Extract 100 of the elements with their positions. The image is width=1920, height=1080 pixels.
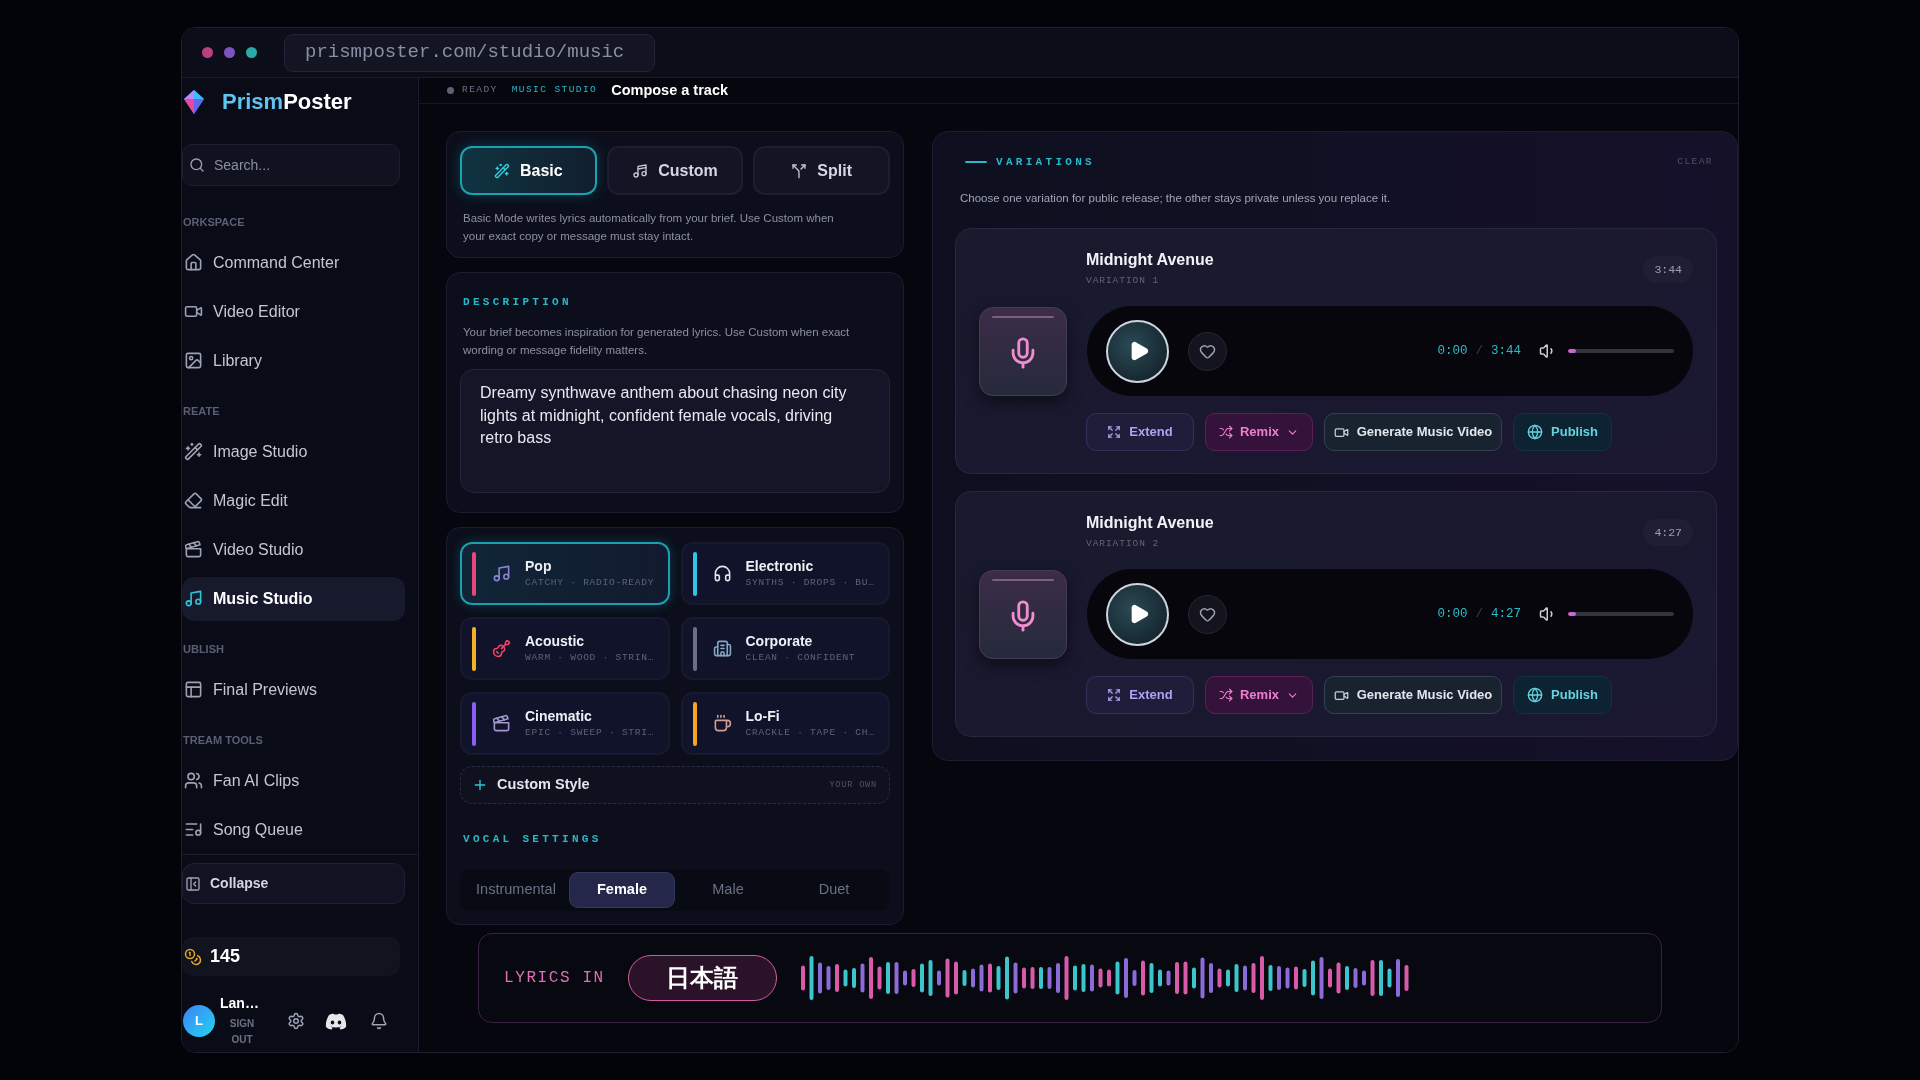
nav-item[interactable]: Library — [182, 338, 405, 383]
credit-count: 145 — [210, 945, 241, 968]
style-name: Pop — [525, 558, 553, 575]
music-note-icon — [492, 564, 511, 583]
heart-icon — [1199, 605, 1216, 623]
search-icon — [189, 157, 205, 173]
remix-button[interactable]: Remix — [1205, 413, 1313, 451]
heart-icon — [1199, 342, 1216, 360]
settings-icon[interactable] — [287, 1012, 305, 1030]
remix-button[interactable]: Remix — [1205, 676, 1313, 714]
track-title: Midnight Avenue — [1086, 513, 1214, 533]
style-tags: CLEAN · CONFIDENT — [745, 652, 856, 664]
split-arrows-icon — [791, 162, 808, 179]
sign-out-link[interactable]: SIGN OUT — [222, 1016, 262, 1048]
house-icon — [184, 253, 203, 272]
section-label: ORKSPACE — [182, 215, 246, 230]
playback-time: 0:00 / 3:44 — [1437, 342, 1521, 360]
mode-tab[interactable]: Custom — [606, 146, 744, 195]
users-icon — [184, 771, 203, 790]
window-control-icon[interactable] — [246, 47, 257, 58]
music-list-icon — [184, 820, 203, 839]
window-control-icon[interactable] — [224, 47, 235, 58]
nav-item[interactable]: Command Center — [182, 240, 405, 285]
variations-title: VARIATIONS — [996, 154, 1095, 170]
style-tile[interactable]: Acoustic WARM · WOOD · STRIN… — [460, 617, 670, 680]
layout-icon — [184, 680, 203, 699]
guitar-icon — [492, 639, 511, 658]
extend-button[interactable]: Extend — [1086, 676, 1194, 714]
like-button[interactable] — [1188, 594, 1227, 634]
breadcrumb-section[interactable]: MUSIC STUDIO — [511, 83, 598, 98]
eraser-icon — [184, 491, 203, 510]
vocal-option[interactable]: Female — [569, 872, 675, 908]
gamepad-icon[interactable] — [325, 1012, 347, 1030]
expand-arrows-icon — [1107, 425, 1122, 439]
url-field[interactable]: prismposter.com/studio/music — [284, 33, 655, 72]
language-pill[interactable]: 日本語 — [627, 955, 777, 1001]
style-tile[interactable]: Cinematic EPIC · SWEEP · STRI… — [460, 692, 670, 755]
bell-icon[interactable] — [370, 1012, 388, 1030]
panel-collapse-icon — [185, 875, 201, 892]
collapse-button[interactable]: Collapse — [182, 863, 405, 904]
publish-button[interactable]: Publish — [1513, 413, 1612, 451]
style-name: Corporate — [745, 633, 814, 650]
style-tags: CRACKLE · TAPE · CH… — [745, 727, 875, 739]
style-name: Cinematic — [525, 708, 593, 725]
vocal-settings-title: VOCAL SETTINGS — [462, 832, 603, 846]
page-title: Compose a track — [611, 80, 728, 100]
extend-button[interactable]: Extend — [1086, 413, 1194, 451]
like-button[interactable] — [1188, 331, 1227, 371]
gem-logo-icon — [184, 90, 204, 114]
user-name: Lan… — [220, 994, 259, 1012]
vocal-option[interactable]: Male — [675, 872, 781, 908]
coins-icon — [184, 947, 202, 966]
nav-item[interactable]: Music Studio — [182, 576, 405, 621]
mode-tab[interactable]: Split — [753, 146, 890, 195]
image-icon — [184, 351, 203, 370]
style-tile[interactable]: Lo-Fi CRACKLE · TAPE · CH… — [680, 692, 890, 755]
search-field[interactable]: Search... — [182, 144, 400, 186]
nav-item[interactable]: Song Queue — [182, 807, 405, 852]
nav-item[interactable]: Image Studio — [182, 429, 405, 474]
style-tile[interactable]: Corporate CLEAN · CONFIDENT — [680, 617, 890, 680]
style-name: Lo-Fi — [745, 708, 781, 725]
section-label: REATE — [182, 404, 221, 419]
vocal-option[interactable]: Instrumental — [463, 872, 569, 908]
shuffle-icon — [1219, 425, 1233, 439]
nav-item[interactable]: Final Previews — [182, 667, 405, 712]
plus-icon — [472, 777, 488, 793]
mode-hint: Basic Mode writes lyrics automatically from your brief. Use Custom when your exact copy or message must stay intact. — [462, 211, 835, 244]
description-title: DESCRIPTION — [462, 295, 573, 310]
status-label: READY — [462, 83, 498, 98]
nav-item[interactable]: Fan AI Clips — [182, 758, 405, 803]
custom-style-note: YOUR OWN — [829, 778, 877, 792]
window-control-icon[interactable] — [202, 47, 213, 58]
brand-name: PrismPoster — [222, 91, 352, 113]
section-label: TREAM TOOLS — [182, 733, 264, 748]
lyrics-label: LYRICS IN — [504, 968, 605, 989]
style-tags: EPIC · SWEEP · STRI… — [525, 727, 655, 739]
vocal-option[interactable]: Duet — [781, 872, 887, 908]
style-tags: SYNTHS · DROPS · BU… — [745, 577, 875, 589]
volume-slider[interactable] — [1568, 612, 1674, 616]
style-tile[interactable]: Pop CATCHY · RADIO-READY — [460, 542, 670, 605]
publish-button[interactable]: Publish — [1513, 676, 1612, 714]
duration-badge: 3:44 — [1643, 256, 1693, 283]
style-name: Acoustic — [525, 633, 586, 650]
generate-video-button[interactable]: Generate Music Video — [1324, 413, 1502, 451]
nav-item[interactable]: Video Studio — [182, 527, 405, 572]
section-label: UBLISH — [182, 642, 225, 657]
mode-tab[interactable]: Basic — [460, 146, 597, 195]
nav-item[interactable]: Magic Edit — [182, 478, 405, 523]
custom-style-button[interactable]: Custom Style YOUR OWN — [460, 766, 890, 804]
generate-video-button[interactable]: Generate Music Video — [1324, 676, 1502, 714]
expand-arrows-icon — [1107, 688, 1122, 702]
volume-slider[interactable] — [1568, 349, 1674, 353]
office-building-icon — [712, 639, 732, 658]
nav-item[interactable]: Video Editor — [182, 289, 405, 334]
description-field[interactable]: Dreamy synthwave anthem about chasing neon city lights at midnight, confident female vocals, driving retro bass — [460, 369, 890, 493]
style-name: Electronic — [745, 558, 815, 575]
variations-hint: Choose one variation for public release; the other stays private unless you replace it. — [959, 191, 1392, 206]
style-tile[interactable]: Electronic SYNTHS · DROPS · BU… — [680, 542, 890, 605]
style-tags: WARM · WOOD · STRIN… — [525, 652, 655, 664]
music-notes-icon — [632, 162, 649, 179]
